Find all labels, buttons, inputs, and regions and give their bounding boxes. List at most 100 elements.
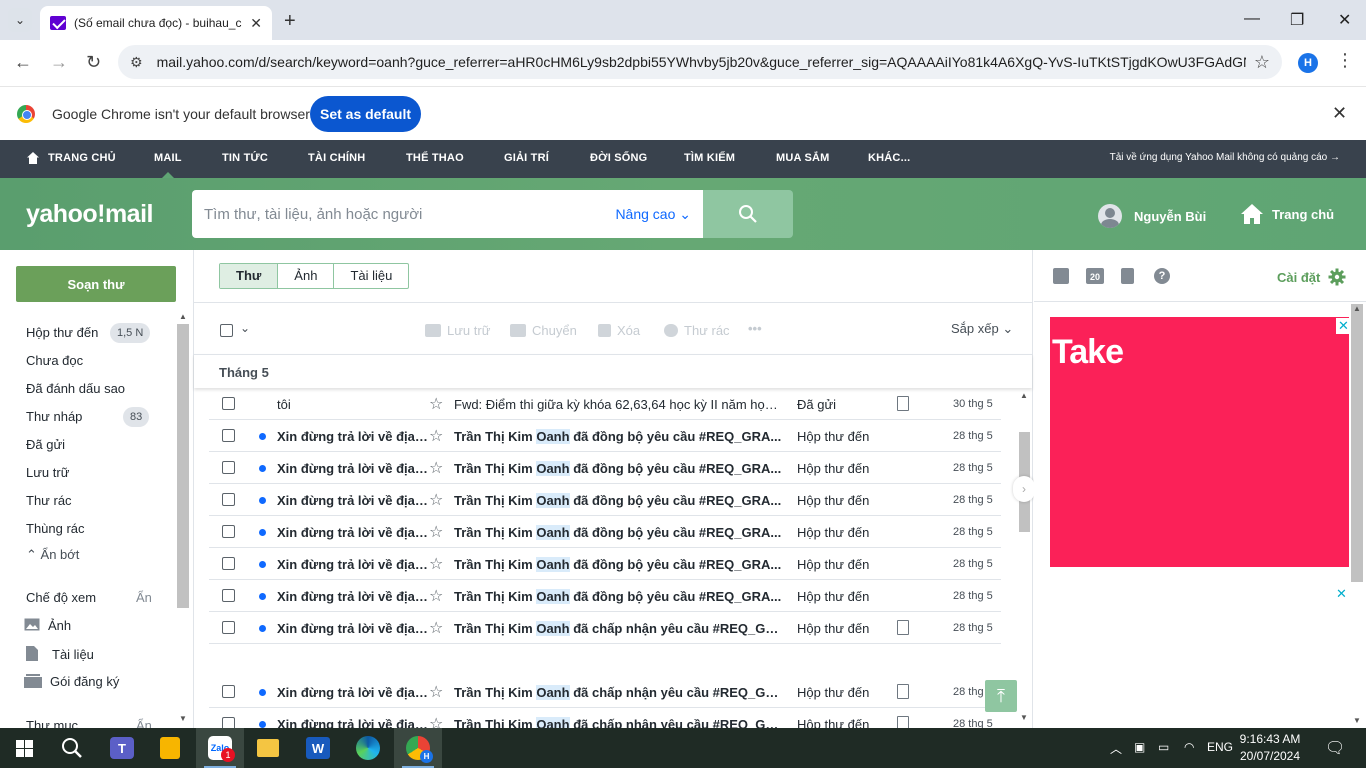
word-app[interactable]: W: [294, 728, 342, 768]
sort-button[interactable]: Sắp xếp ⌄: [951, 321, 1013, 337]
star-icon[interactable]: ☆: [429, 426, 443, 446]
app-promo-link[interactable]: Tải về ứng dụng Yahoo Mail không có quản…: [1110, 152, 1340, 163]
url-text[interactable]: mail.yahoo.com/d/search/keyword=oanh?guc…: [157, 54, 1246, 70]
minimize-button[interactable]: —: [1244, 10, 1260, 28]
advertisement-banner[interactable]: Take: [1050, 317, 1349, 567]
scroll-down-arrow-icon[interactable]: ▼: [179, 714, 187, 723]
nav-news[interactable]: TIN TỨC: [222, 152, 268, 164]
nav-shopping[interactable]: MUA SẮM: [776, 152, 830, 164]
message-checkbox[interactable]: [222, 685, 235, 698]
message-row[interactable]: Xin đừng trả lời về địa ... ☆ Trần Thị Kim…: [209, 484, 1001, 516]
message-checkbox[interactable]: [222, 621, 235, 634]
ad-close-icon-2[interactable]: ✕: [1336, 586, 1347, 602]
scroll-to-top-button[interactable]: ⤒: [985, 680, 1017, 712]
tab-messages[interactable]: Thư: [220, 264, 278, 288]
star-icon[interactable]: ☆: [429, 682, 443, 702]
folder-drafts[interactable]: Thư nháp: [26, 409, 82, 424]
spam-button[interactable]: Thư rác: [664, 323, 730, 338]
folder-spam[interactable]: Thư rác: [26, 493, 72, 508]
notifications-icon[interactable]: 🗨: [1325, 738, 1345, 758]
site-info-icon[interactable]: ⚙: [130, 54, 143, 71]
contacts-icon[interactable]: [1053, 268, 1069, 284]
sidebar-scrollbar[interactable]: [177, 324, 189, 608]
calendar-icon[interactable]: 20: [1086, 268, 1104, 284]
close-window-button[interactable]: ✕: [1338, 10, 1351, 30]
yahoo-mail-logo[interactable]: yahoo!mail: [26, 200, 153, 229]
advanced-search-button[interactable]: Nâng cao ⌄: [615, 206, 691, 223]
star-icon[interactable]: ☆: [429, 554, 443, 574]
search-box[interactable]: Tìm thư, tài liệu, ảnh hoặc người Nâng c…: [192, 190, 703, 238]
browser-tab[interactable]: (Số email chưa đọc) - buihau_c ✕: [40, 6, 272, 40]
tab-documents[interactable]: Tài liệu: [333, 264, 408, 288]
nav-sports[interactable]: THỂ THAO: [406, 152, 464, 164]
folder-starred[interactable]: Đã đánh dấu sao: [26, 381, 125, 396]
select-menu-chevron-icon[interactable]: ⌄: [240, 321, 250, 335]
nav-home[interactable]: TRANG CHỦ: [48, 152, 116, 164]
tab-close-icon[interactable]: ✕: [250, 15, 262, 32]
folder-archive[interactable]: Lưu trữ: [26, 465, 69, 480]
page-scroll-down-icon[interactable]: ▼: [1353, 716, 1361, 725]
message-checkbox[interactable]: [222, 717, 235, 728]
show-less-link[interactable]: ⌃ Ẩn bớt: [26, 547, 79, 563]
star-icon[interactable]: ☆: [429, 586, 443, 606]
battery-icon[interactable]: ▭: [1158, 740, 1169, 754]
bookmark-star-icon[interactable]: ☆: [1254, 52, 1270, 73]
infobar-close-icon[interactable]: ✕: [1332, 103, 1347, 124]
search-input[interactable]: Tìm thư, tài liệu, ảnh hoặc người: [204, 206, 615, 223]
folder-inbox[interactable]: Hộp thư đến: [26, 325, 98, 340]
message-checkbox[interactable]: [222, 557, 235, 570]
message-row[interactable]: Xin đừng trả lời về địa ... ☆ Trần Thị Kim…: [209, 516, 1001, 548]
chrome-app[interactable]: H: [394, 728, 442, 768]
system-clock[interactable]: 9:16:43 AM 20/07/2024: [1236, 731, 1304, 765]
input-language[interactable]: ENG: [1207, 740, 1233, 754]
folder-trash[interactable]: Thùng rác: [26, 521, 85, 536]
view-subscriptions[interactable]: Gói đăng ký: [24, 674, 119, 689]
star-icon[interactable]: ☆: [429, 522, 443, 542]
list-scroll-down-icon[interactable]: ▼: [1020, 713, 1028, 722]
message-row[interactable]: tôi ☆ Fwd: Điểm thi giữa kỳ khóa 62,63,64 …: [209, 388, 1001, 420]
folder-sent[interactable]: Đã gửi: [26, 437, 65, 452]
message-row[interactable]: Xin đừng trả lời về địa ... ☆ Trần Thị Kim…: [209, 452, 1001, 484]
user-profile[interactable]: Nguyễn Bùi: [1098, 204, 1206, 228]
star-icon[interactable]: ☆: [429, 458, 443, 478]
select-all-checkbox[interactable]: [220, 324, 233, 337]
collapse-panel-chevron-icon[interactable]: ›: [1013, 476, 1035, 502]
forward-button[interactable]: →: [50, 52, 68, 73]
settings-button[interactable]: Cài đặt: [1277, 268, 1346, 286]
move-button[interactable]: Chuyển: [510, 323, 577, 338]
star-icon[interactable]: ☆: [429, 714, 443, 728]
message-row[interactable]: Xin đừng trả lời về địa ... ☆ Trần Thị Kim…: [209, 548, 1001, 580]
set-default-button[interactable]: Set as default: [310, 96, 421, 132]
compose-button[interactable]: Soạn thư: [16, 266, 176, 302]
star-icon[interactable]: ☆: [429, 618, 443, 638]
back-button[interactable]: ←: [14, 52, 32, 73]
nav-more[interactable]: KHÁC...: [868, 152, 910, 164]
message-checkbox[interactable]: [222, 493, 235, 506]
edge-app[interactable]: [344, 728, 392, 768]
message-checkbox[interactable]: [222, 525, 235, 538]
tab-search-button[interactable]: ⌄: [8, 8, 32, 32]
more-actions-button[interactable]: •••: [748, 321, 762, 336]
new-tab-button[interactable]: +: [284, 10, 296, 33]
ad-close-icon[interactable]: ✕: [1336, 318, 1351, 334]
message-checkbox[interactable]: [222, 461, 235, 474]
help-icon[interactable]: ?: [1154, 268, 1170, 284]
page-scrollbar[interactable]: [1351, 304, 1363, 582]
message-row[interactable]: Xin đừng trả lời về địa ... ☆ Trần Thị Kim…: [209, 612, 1001, 644]
view-documents[interactable]: Tài liệu: [26, 646, 94, 662]
nav-entertainment[interactable]: GIẢI TRÍ: [504, 152, 549, 164]
restore-button[interactable]: ❐: [1290, 10, 1304, 30]
nav-mail[interactable]: MAIL: [154, 152, 182, 164]
profile-avatar[interactable]: H: [1298, 53, 1318, 73]
browser-menu-icon[interactable]: ⋮: [1336, 50, 1354, 71]
teams-app[interactable]: T: [98, 728, 146, 768]
star-icon[interactable]: ☆: [429, 490, 443, 510]
message-row[interactable]: Xin đừng trả lời về địa ... ☆ Trần Thị Kim…: [209, 708, 1001, 728]
view-photos[interactable]: Ảnh: [24, 618, 71, 633]
star-icon[interactable]: ☆: [429, 394, 443, 414]
reload-button[interactable]: ↻: [86, 52, 101, 73]
zalo-app[interactable]: Zalo 1: [196, 728, 244, 768]
message-row[interactable]: Xin đừng trả lời về địa ... ☆ Trần Thị Kim…: [209, 676, 1001, 708]
omnibox[interactable]: ⚙ mail.yahoo.com/d/search/keyword=oanh?g…: [118, 45, 1282, 79]
show-hidden-icons-chevron-icon[interactable]: ︿: [1110, 740, 1122, 757]
